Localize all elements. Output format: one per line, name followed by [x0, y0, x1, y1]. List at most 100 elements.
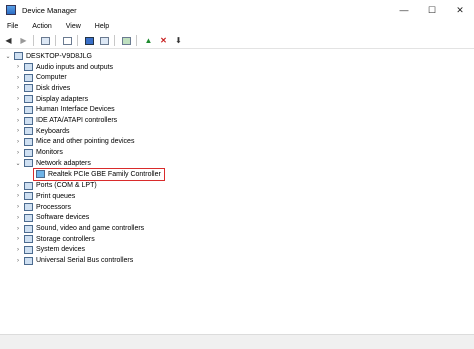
computer-icon: [14, 52, 23, 61]
chevron-right-icon[interactable]: ›: [14, 215, 22, 221]
tree-item-label: Ports (COM & LPT): [36, 182, 97, 190]
chevron-right-icon[interactable]: ›: [14, 118, 22, 124]
chevron-right-icon[interactable]: ›: [14, 258, 22, 264]
chevron-down-icon[interactable]: ⌄: [4, 53, 12, 60]
toolbar-separator: [136, 35, 137, 46]
processor-icon: [24, 203, 33, 212]
chevron-right-icon[interactable]: ›: [14, 247, 22, 253]
status-bar: [0, 334, 474, 349]
tree-item-label: Monitors: [36, 149, 63, 157]
tree-item-mice[interactable]: › Mice and other pointing devices: [14, 137, 134, 148]
selected-device-highlight[interactable]: Realtek PCIe GBE Family Controller: [33, 167, 165, 181]
tree-item-display-adapters[interactable]: › Display adapters: [14, 94, 88, 105]
minimize-button[interactable]: —: [390, 0, 418, 20]
software-device-icon: [24, 213, 33, 222]
close-button[interactable]: ✕: [446, 0, 474, 20]
ide-controller-icon: [24, 116, 33, 125]
chevron-right-icon[interactable]: ›: [14, 183, 22, 189]
action-pane-icon[interactable]: [98, 34, 111, 47]
maximize-button[interactable]: ☐: [418, 0, 446, 20]
chevron-right-icon[interactable]: ›: [14, 236, 22, 242]
tree-item-print-queues[interactable]: › Print queues: [14, 191, 75, 202]
tree-item-label: Software devices: [36, 214, 90, 222]
tree-item-label: Sound, video and game controllers: [36, 225, 145, 233]
back-arrow-icon[interactable]: ◀: [2, 34, 15, 47]
monitor-icon: [24, 148, 33, 157]
chevron-right-icon[interactable]: ›: [14, 96, 22, 102]
tree-item-label: Display adapters: [36, 95, 89, 103]
menu-action[interactable]: Action: [25, 23, 58, 30]
chevron-right-icon[interactable]: ›: [14, 139, 22, 145]
chevron-down-icon[interactable]: ⌄: [14, 160, 22, 167]
tree-item-system-devices[interactable]: › System devices: [14, 245, 85, 256]
tree-item-storage[interactable]: › Storage controllers: [14, 234, 95, 245]
tree-item-usb[interactable]: › Universal Serial Bus controllers: [14, 255, 133, 266]
uninstall-device-icon[interactable]: ✕: [157, 34, 170, 47]
chevron-right-icon[interactable]: ›: [14, 85, 22, 91]
chevron-right-icon[interactable]: ›: [14, 64, 22, 70]
tree-item-label: IDE ATA/ATAPI controllers: [36, 117, 118, 125]
tree-item-ports[interactable]: › Ports (COM & LPT): [14, 180, 97, 191]
tree-item-audio[interactable]: › Audio inputs and outputs: [14, 62, 113, 73]
tree-item-disk-drives[interactable]: › Disk drives: [14, 83, 70, 94]
tree-item-label: Realtek PCIe GBE Family Controller: [48, 170, 161, 178]
sound-icon: [24, 224, 33, 233]
tree-item-label: Print queues: [36, 192, 76, 200]
monitor-icon: [24, 73, 33, 82]
chevron-right-icon[interactable]: ›: [14, 150, 22, 156]
tree-item-ide[interactable]: › IDE ATA/ATAPI controllers: [14, 115, 117, 126]
usb-icon: [24, 256, 33, 265]
system-device-icon: [24, 245, 33, 254]
tree-item-realtek-controller[interactable]: Realtek PCIe GBE Family Controller: [33, 167, 165, 181]
tree-item-hid[interactable]: › Human Interface Devices: [14, 105, 115, 116]
tree-item-monitors[interactable]: › Monitors: [14, 147, 63, 158]
tree-item-label: Disk drives: [36, 84, 71, 92]
tree-item-computer[interactable]: › Computer: [14, 72, 67, 83]
storage-icon: [24, 235, 33, 244]
chevron-right-icon[interactable]: ›: [14, 204, 22, 210]
toolbar-separator: [33, 35, 34, 46]
disk-icon: [24, 84, 33, 93]
tree-item-software-devices[interactable]: › Software devices: [14, 213, 89, 224]
menu-file[interactable]: File: [0, 23, 25, 30]
tree-item-label: Human Interface Devices: [36, 106, 115, 114]
title-bar: Device Manager — ☐ ✕: [0, 0, 474, 20]
tree-item-label: System devices: [36, 246, 86, 254]
device-tree: ⌄ DESKTOP-V9D8JLG › Audio inputs and out…: [0, 51, 474, 281]
tree-item-label: Universal Serial Bus controllers: [36, 257, 134, 265]
forward-arrow-icon[interactable]: ▶: [17, 34, 30, 47]
horizontal-scrollbar[interactable]: [0, 326, 474, 334]
display-adapter-icon: [24, 95, 33, 104]
mouse-icon: [24, 137, 33, 146]
hid-icon: [24, 105, 33, 114]
menu-help[interactable]: Help: [88, 23, 116, 30]
update-driver-icon[interactable]: ▲: [142, 34, 155, 47]
window-controls: — ☐ ✕: [390, 0, 474, 20]
chevron-right-icon[interactable]: ›: [14, 128, 22, 134]
window-title: Device Manager: [22, 5, 77, 15]
speaker-icon: [24, 63, 33, 72]
tree-item-keyboards[interactable]: › Keyboards: [14, 126, 69, 137]
toolbar-separator: [114, 35, 115, 46]
toolbar-separator: [55, 35, 56, 46]
tree-item-sound[interactable]: › Sound, video and game controllers: [14, 223, 144, 234]
download-icon[interactable]: ⬇: [172, 34, 185, 47]
tree-root-label: DESKTOP-V9D8JLG: [26, 52, 93, 60]
menu-view[interactable]: View: [59, 23, 88, 30]
toolbar-separator: [77, 35, 78, 46]
chevron-right-icon[interactable]: ›: [14, 75, 22, 81]
tree-item-label: Mice and other pointing devices: [36, 138, 135, 146]
show-hide-console-tree-icon[interactable]: [39, 34, 52, 47]
network-icon: [36, 170, 45, 179]
tree-item-processors[interactable]: › Processors: [14, 202, 71, 213]
tree-root-row[interactable]: ⌄ DESKTOP-V9D8JLG: [4, 51, 92, 62]
chevron-right-icon[interactable]: ›: [14, 193, 22, 199]
chevron-right-icon[interactable]: ›: [14, 226, 22, 232]
help-icon[interactable]: [83, 34, 96, 47]
properties-icon[interactable]: [61, 34, 74, 47]
scan-hardware-icon[interactable]: [120, 34, 133, 47]
tree-item-label: Storage controllers: [36, 235, 95, 243]
network-icon: [24, 159, 33, 168]
keyboard-icon: [24, 127, 33, 136]
chevron-right-icon[interactable]: ›: [14, 107, 22, 113]
